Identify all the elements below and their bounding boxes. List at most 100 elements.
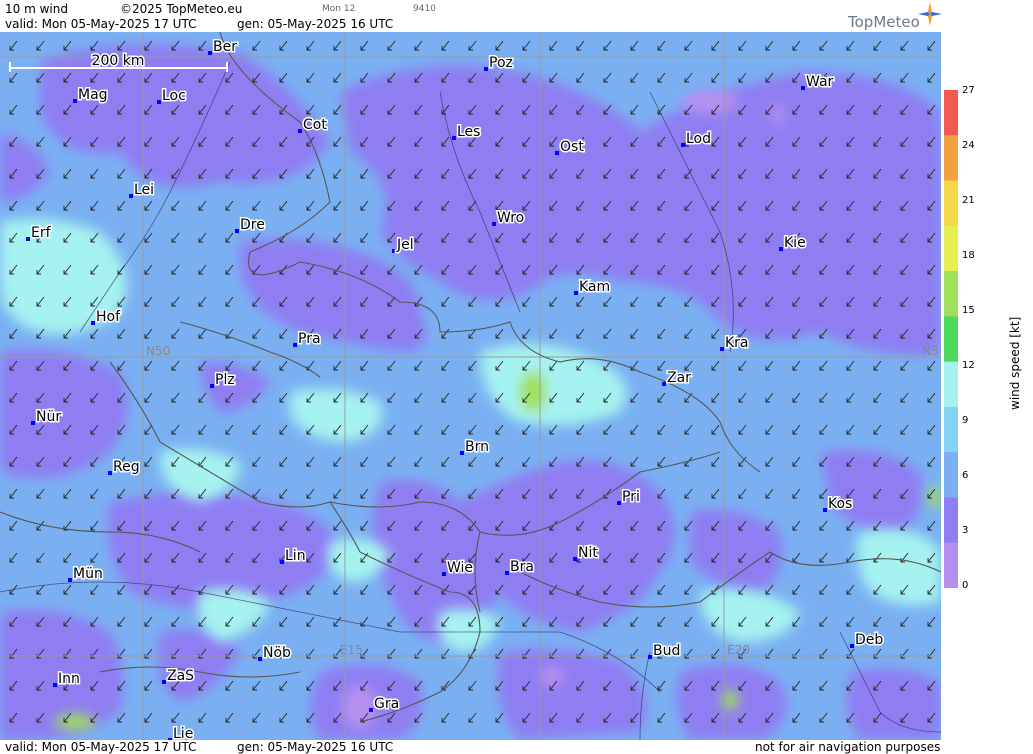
city-label: Loc [162, 88, 186, 104]
city-bud: Bud [648, 642, 682, 661]
city-label: Nit [578, 545, 598, 561]
city-marker [298, 129, 302, 133]
city-marker [293, 343, 297, 347]
city-nür: Nür [31, 408, 63, 427]
city-marker [208, 51, 212, 55]
city-label: Lin [285, 548, 306, 564]
city-marker [452, 136, 456, 140]
city-label: Les [457, 124, 480, 140]
city-poz: Poz [484, 54, 514, 73]
legend-tick-label: 9 [962, 415, 969, 426]
lat-label-n50: N50 [146, 344, 170, 358]
city-nöb: Nöb [258, 644, 293, 663]
city-hof: Hof [91, 308, 123, 327]
city-marker [68, 578, 72, 582]
city-marker [662, 382, 666, 386]
city-label: Kam [579, 279, 610, 295]
city-marker [392, 249, 396, 253]
legend-swatch [944, 316, 958, 363]
city-label: Lie [173, 726, 193, 740]
legend-swatch [944, 225, 958, 272]
city-label: Pri [622, 489, 640, 505]
legend-tick-label: 15 [962, 305, 975, 316]
city-deb: Deb [850, 631, 885, 650]
city-marker [555, 151, 559, 155]
city-label: Zar [667, 370, 691, 386]
city-loc: Loc [157, 87, 187, 106]
legend-tick-label: 12 [962, 360, 975, 371]
city-label: Kra [725, 335, 749, 351]
legend-swatch [944, 90, 958, 136]
wind-map: N50 N5 E15 E20 200 km Ber Poz War Mag Loc Cot… [0, 32, 941, 740]
city-pra: Pra [293, 330, 322, 349]
city-zar: Zar [662, 369, 693, 388]
city-gra: Gra [369, 695, 401, 714]
legend-swatch [944, 135, 958, 182]
svg-text:200 km: 200 km [92, 53, 145, 69]
city-kra: Kra [720, 334, 750, 353]
city-label: Nür [36, 409, 61, 425]
legend-tick-label: 21 [962, 195, 975, 206]
city-marker [505, 571, 509, 575]
city-label: Nöb [263, 645, 291, 661]
city-marker [720, 347, 724, 351]
legend-swatch [944, 361, 958, 408]
city-marker [823, 508, 827, 512]
city-label: Ber [213, 39, 237, 55]
legend-swatch [944, 180, 958, 227]
city-label: Kos [828, 496, 852, 512]
city-marker [681, 143, 685, 147]
legend-tick-label: 24 [962, 140, 975, 151]
city-marker [779, 247, 783, 251]
city-marker [460, 451, 464, 455]
legend-title: wind speed [kt] [1008, 316, 1022, 410]
city-marker [258, 657, 262, 661]
generated-time: gen: 05-May-2025 16 UTC [237, 17, 394, 31]
legend-tick-label: 6 [962, 470, 969, 481]
compass-icon [918, 2, 942, 26]
city-marker [648, 655, 652, 659]
footer-generated-time: gen: 05-May-2025 16 UTC [237, 740, 394, 754]
lat-label-n50-right: N5 [922, 344, 939, 358]
lon-label-e15: E15 [340, 643, 363, 657]
legend-swatch [944, 542, 958, 588]
city-wie: Wie [442, 559, 475, 578]
legend-swatch [944, 406, 958, 453]
city-label: Inn [58, 671, 80, 687]
city-zas: ZaS [162, 667, 196, 686]
lon-label-e20: E20 [727, 643, 750, 657]
city-lod: Lod [681, 130, 713, 149]
footer-valid-time: valid: Mon 05-May-2025 17 UTC [5, 740, 197, 754]
code-tag: 9410 [413, 4, 436, 14]
city-marker [574, 291, 578, 295]
city-label: Wro [497, 210, 524, 226]
city-label: Hof [96, 309, 121, 325]
city-marker [73, 99, 77, 103]
city-ost: Ost [555, 138, 586, 157]
city-marker [235, 229, 239, 233]
city-marker [162, 680, 166, 684]
city-marker [442, 572, 446, 576]
city-marker [53, 683, 57, 687]
legend-swatch [944, 497, 958, 544]
city-dre: Dre [235, 216, 266, 235]
city-label: Mag [78, 87, 108, 103]
city-label: Bra [510, 559, 534, 575]
city-marker [210, 384, 214, 388]
city-mag: Mag [73, 86, 109, 105]
city-label: Jel [396, 237, 414, 253]
city-label: Wie [447, 560, 473, 576]
city-label: Lei [134, 182, 154, 198]
city-label: Mün [73, 566, 103, 582]
city-marker [129, 194, 133, 198]
city-brn: Brn [460, 438, 491, 457]
legend-color-bar [944, 90, 958, 588]
city-label: Brn [465, 439, 489, 455]
city-marker [484, 67, 488, 71]
city-war: War [801, 73, 835, 92]
city-label: Ost [560, 139, 584, 155]
city-label: Kie [784, 235, 806, 251]
footer-disclaimer: not for air navigation purposes [755, 740, 941, 754]
city-label: Reg [113, 459, 140, 475]
city-marker [369, 708, 373, 712]
